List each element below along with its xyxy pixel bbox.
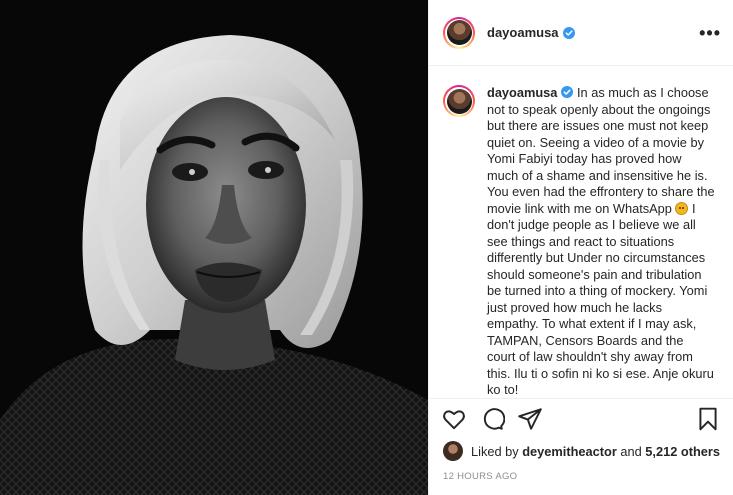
action-bar <box>429 398 733 439</box>
liked-by-suffix: and <box>616 443 646 459</box>
caption-avatar[interactable] <box>443 85 475 117</box>
verified-badge-icon <box>561 86 574 98</box>
profile-avatar[interactable] <box>443 16 475 49</box>
likes-row: Liked by deyemitheactor and 5,212 others <box>443 441 720 461</box>
post-photo[interactable] <box>0 0 428 495</box>
verified-badge-icon <box>562 26 575 39</box>
post-timestamp[interactable]: 12 HOURS AGO <box>443 471 517 482</box>
comment-icon[interactable] <box>479 406 505 432</box>
paper-plane-icon[interactable] <box>517 406 543 432</box>
liker-avatar[interactable] <box>443 441 463 461</box>
angry-face-emoji <box>675 201 689 215</box>
liked-by-user[interactable]: deyemitheactor <box>522 444 617 459</box>
bookmark-icon[interactable] <box>695 406 721 432</box>
caption-username[interactable]: dayoamusa <box>487 85 557 100</box>
caption-body-continued: I don't judge people as I believe we all… <box>487 200 714 398</box>
comments-area: dayoamusa In as much as I choose not to … <box>429 67 733 398</box>
post-header: dayoamusa ••• <box>429 0 733 66</box>
liked-by-others[interactable]: 5,212 others <box>645 444 720 459</box>
caption-row: dayoamusa In as much as I choose not to … <box>443 85 719 398</box>
more-options-icon[interactable]: ••• <box>699 24 721 42</box>
caption-body: In as much as I choose not to speak open… <box>487 85 715 216</box>
post-side-panel: dayoamusa ••• dayoamusa In as much as I … <box>428 0 733 495</box>
liked-by-prefix: Liked by <box>471 443 523 459</box>
header-username[interactable]: dayoamusa <box>487 25 559 40</box>
portrait-image <box>0 0 428 495</box>
caption-text: dayoamusa In as much as I choose not to … <box>487 85 715 398</box>
instagram-post: dayoamusa ••• dayoamusa In as much as I … <box>0 0 733 495</box>
likes-text: Liked by deyemitheactor and 5,212 others <box>471 444 720 459</box>
heart-icon[interactable] <box>441 406 467 432</box>
